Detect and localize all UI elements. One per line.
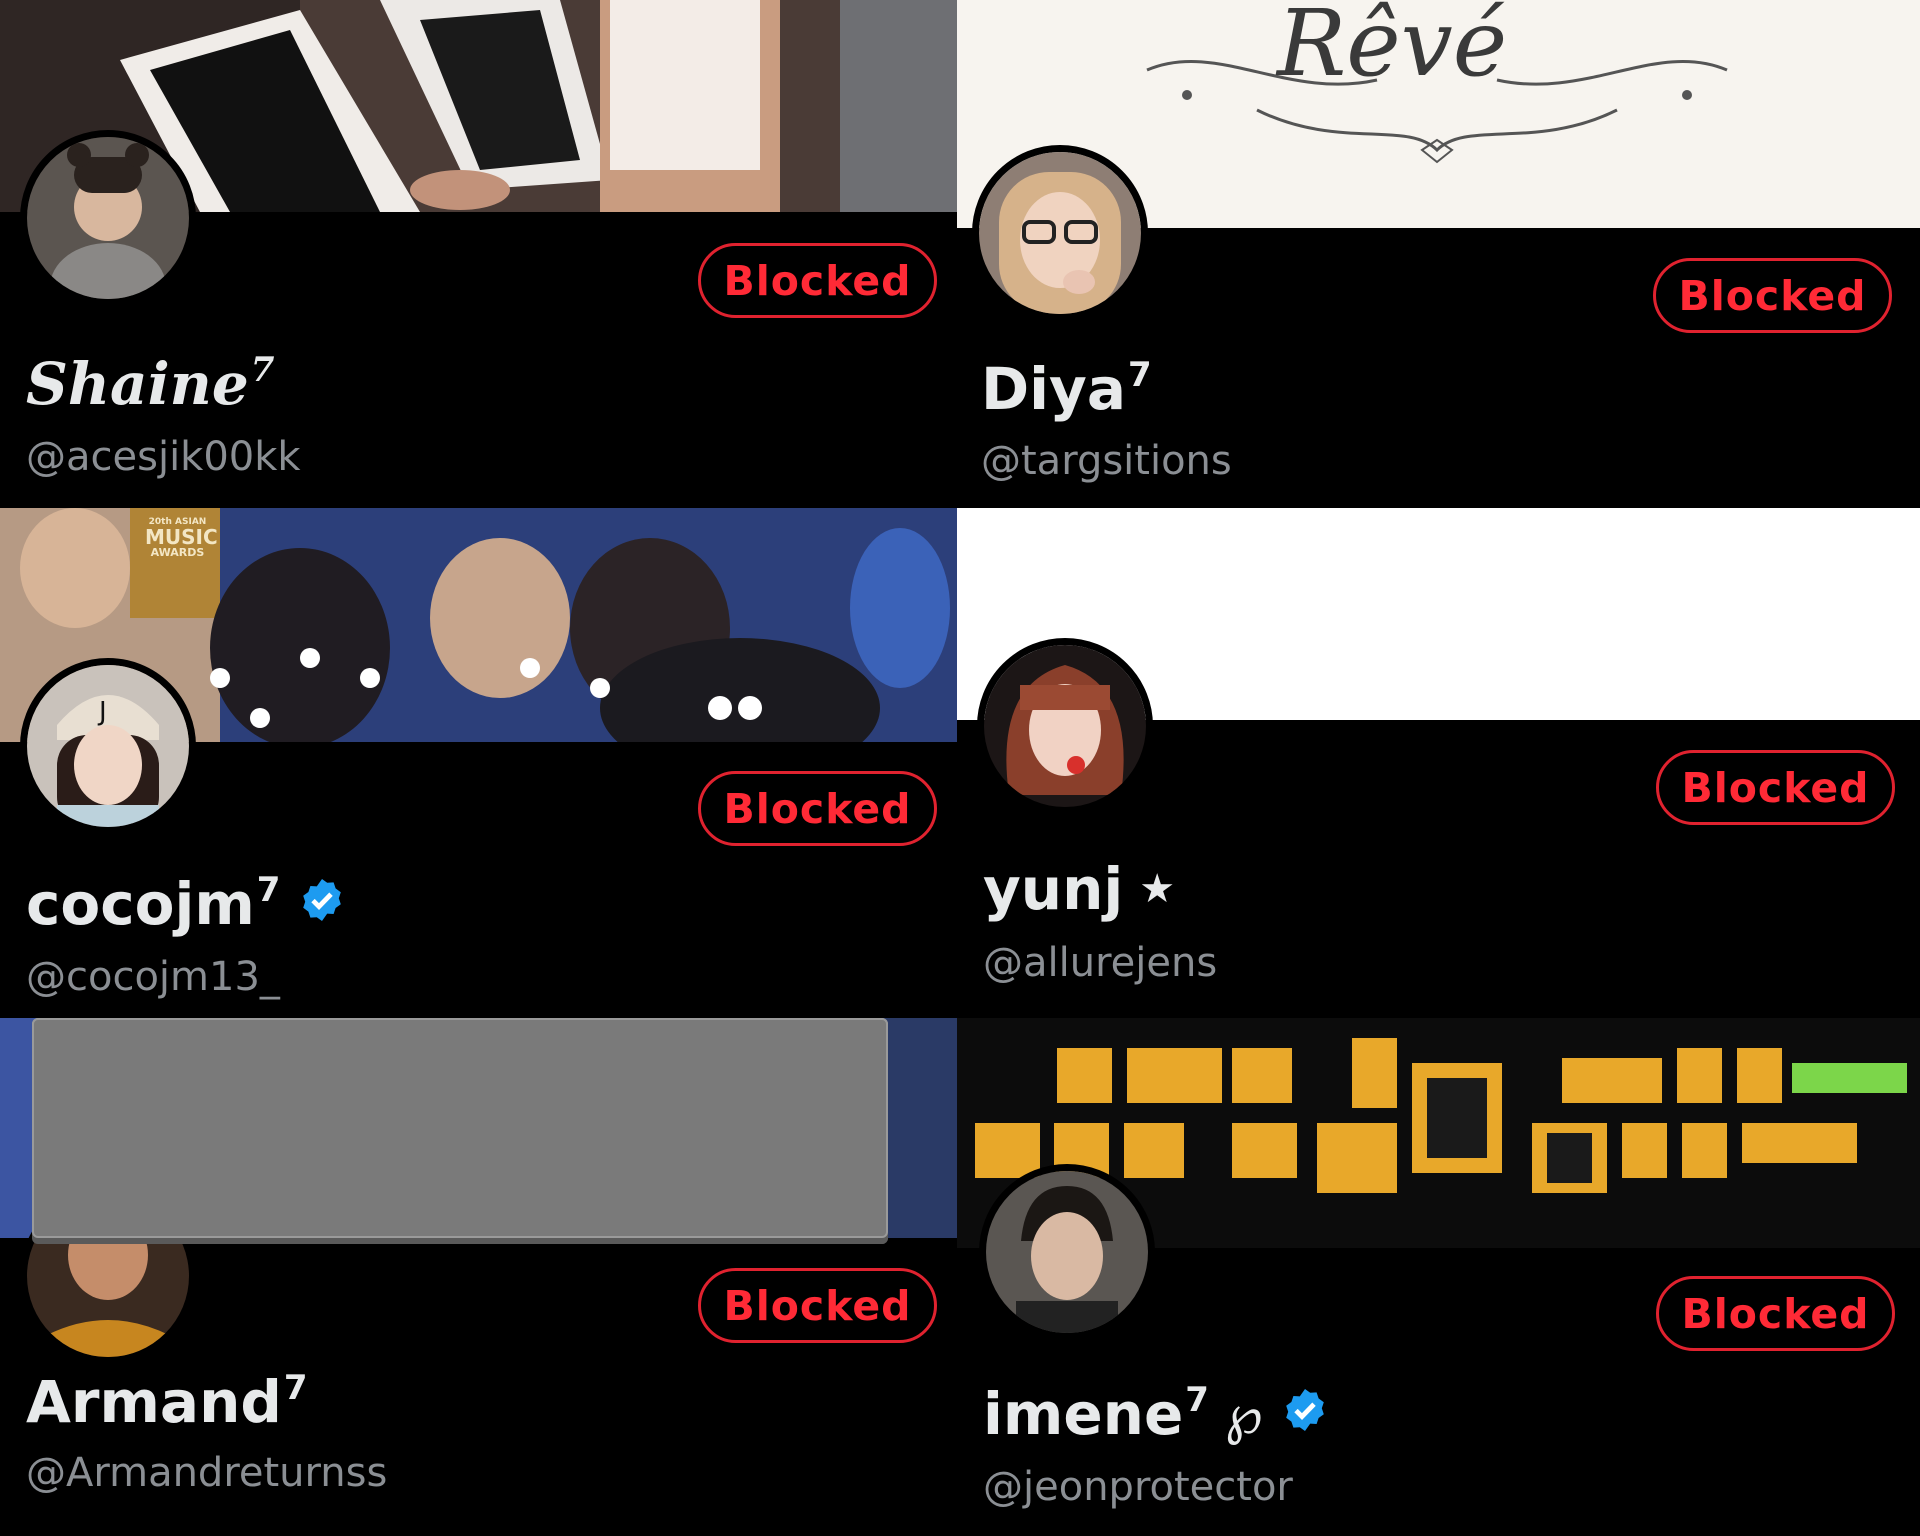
avatar[interactable]	[20, 130, 196, 306]
profile-card-cocojm: 20th ASIAN MUSIC AWARDS J Blocked cocojm…	[0, 508, 957, 1018]
username-handle: @Armandreturnss	[26, 1450, 388, 1496]
display-name-text: Shaine	[26, 350, 249, 418]
verified-badge-icon	[1281, 1380, 1329, 1448]
profile-card-imene: Blocked imene 7 ℘ @jeonprotector	[957, 1018, 1920, 1536]
profile-card-shaine: Blocked Shaine 7 @acesjik00kk	[0, 0, 957, 508]
blocked-button[interactable]: Blocked	[1653, 258, 1892, 333]
banner-text: Rêvé	[1277, 0, 1508, 97]
name-suffix: 7	[256, 870, 281, 910]
display-name: Shaine 7	[26, 350, 274, 418]
verified-badge-icon	[298, 870, 346, 938]
profile-card-diya: Rêvé Blocked Diya 7 @targsitions	[957, 0, 1920, 508]
name-suffix: 7	[1127, 355, 1152, 395]
display-name-text: cocojm	[26, 870, 255, 938]
star-icon: ★	[1139, 866, 1176, 912]
display-name-text: imene	[983, 1380, 1184, 1448]
display-name: imene 7 ℘	[983, 1380, 1329, 1448]
display-name: Diya 7	[981, 355, 1152, 423]
banner-logo-text: 20th ASIAN MUSIC AWARDS	[145, 518, 218, 559]
avatar[interactable]	[977, 638, 1153, 814]
name-suffix: 7	[1185, 1380, 1209, 1420]
profile-card-yunj: Blocked yunj ★ @allurejens	[957, 508, 1920, 1018]
redaction-box-overlay	[32, 1018, 888, 1238]
avatar[interactable]	[972, 145, 1148, 321]
svg-text:J: J	[97, 697, 107, 727]
username-handle: @cocojm13_	[26, 954, 280, 1000]
username-handle: @acesjik00kk	[26, 434, 301, 480]
avatar[interactable]: J	[20, 658, 196, 834]
blocked-button[interactable]: Blocked	[698, 771, 937, 846]
username-handle: @jeonprotector	[983, 1464, 1293, 1510]
blocked-button[interactable]: Blocked	[698, 1268, 937, 1343]
display-name-text: Armand	[26, 1368, 282, 1436]
script-glyph-icon: ℘	[1224, 1382, 1263, 1446]
display-name: cocojm 7	[26, 870, 346, 938]
profile-card-armand: Blocked Armand 7 @Armandreturnss	[0, 1018, 957, 1536]
blocked-button[interactable]: Blocked	[1656, 1276, 1895, 1351]
display-name-text: yunj	[983, 855, 1124, 923]
avatar[interactable]	[979, 1164, 1155, 1340]
display-name: yunj ★	[983, 855, 1175, 923]
display-name-text: Diya	[981, 355, 1126, 423]
display-name: Armand 7	[26, 1368, 308, 1436]
banner-logo-line2: MUSIC	[145, 525, 218, 549]
name-suffix: 7	[283, 1368, 308, 1408]
username-handle: @allurejens	[983, 940, 1218, 986]
banner-logo-line3: AWARDS	[150, 546, 205, 559]
blocked-button[interactable]: Blocked	[698, 243, 937, 318]
name-suffix: 7	[250, 350, 275, 390]
username-handle: @targsitions	[981, 438, 1232, 484]
blocked-button[interactable]: Blocked	[1656, 750, 1895, 825]
